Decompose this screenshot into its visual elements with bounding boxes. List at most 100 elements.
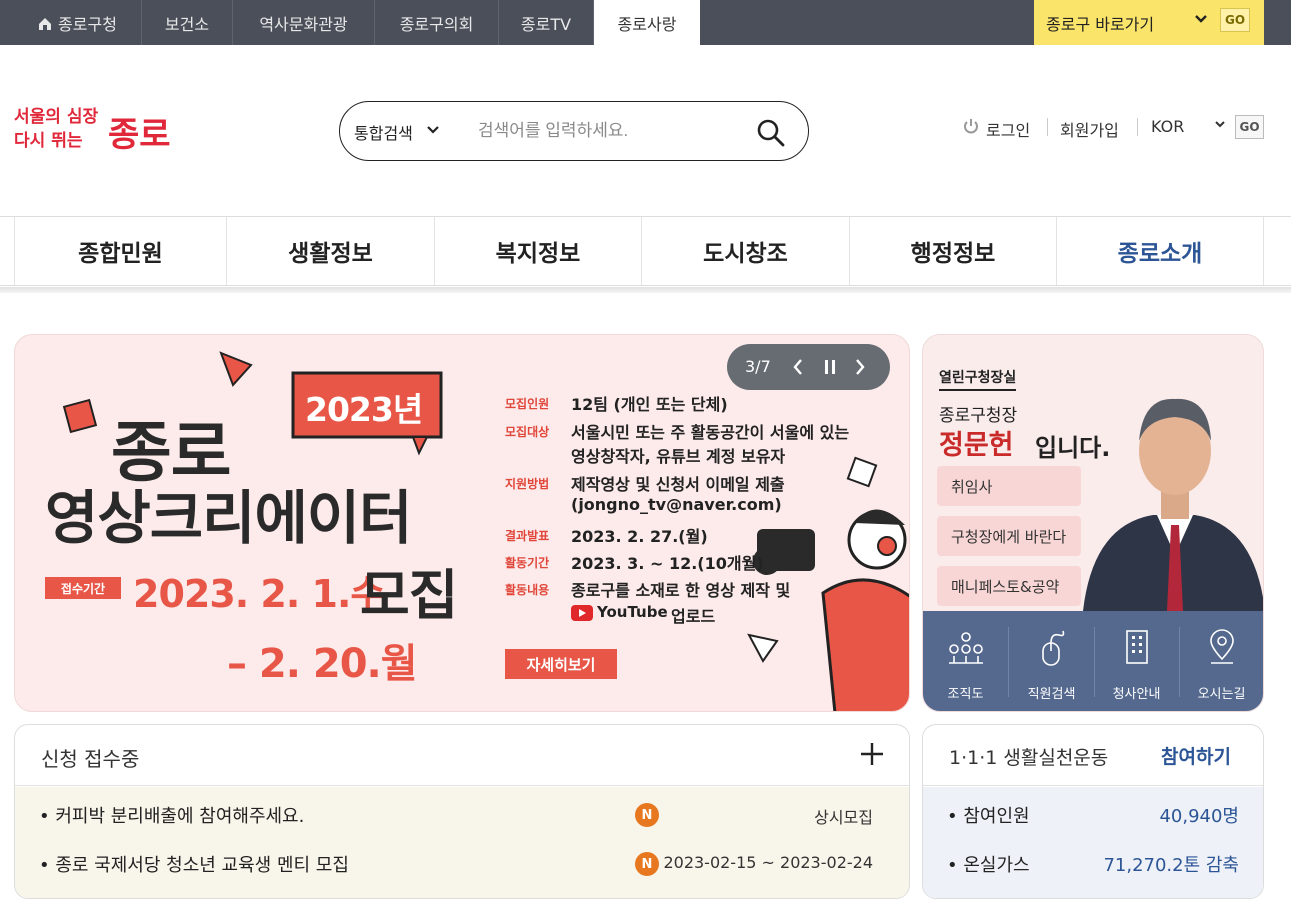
top-site-bar: 종로구청 보건소 역사문화관광 종로구의회 종로TV 종로사랑 종로구 바로가기… (0, 0, 1291, 45)
login-link[interactable]: 로그인 (986, 117, 1030, 141)
site-tab-label: 종로구의회 (399, 14, 474, 34)
util-divider (1137, 118, 1138, 136)
stat-row: • 참여인원 40,940명 (923, 790, 1263, 840)
main-banner[interactable]: 2023년 종로 영상크리에이터 접수기간 2023. 2. 1.수 모집 – … (14, 334, 910, 712)
building-icon (1126, 630, 1148, 664)
site-tab-jongno-tv[interactable]: 종로TV (499, 0, 594, 45)
info-value: 종로구를 소재로 한 영상 제작 및 (571, 581, 791, 600)
language-go-button[interactable]: GO (1235, 115, 1264, 139)
site-tab-council[interactable]: 종로구의회 (375, 0, 499, 45)
nav-item-admin-info[interactable]: 행정정보 (849, 217, 1056, 285)
main-nav: 종합민원 생활정보 복지정보 도시창조 행정정보 종로소개 (0, 216, 1291, 293)
nav-item-living-info[interactable]: 생활정보 (226, 217, 434, 285)
wish-to-mayor-button[interactable]: 구청장에게 바란다 (937, 516, 1081, 556)
info-label: 활동내용 (505, 583, 550, 597)
info-label: 모집대상 (505, 425, 550, 439)
info-value: 업로드 (671, 607, 716, 626)
application-period: 2023-02-15 ~ 2023-02-24 (663, 853, 873, 872)
applications-panel: 신청 접수중 • 커피박 분리배출에 참여해주세요. N 상시모집 • 종로 국… (14, 724, 910, 899)
quick-links-bar: 조직도 직원검색 청사안내 오시는길 (923, 611, 1263, 711)
nav-item-welfare-info[interactable]: 복지정보 (434, 217, 641, 285)
mouse-icon (1042, 630, 1065, 666)
org-chart-icon (949, 632, 983, 664)
site-tab-jongno-love[interactable]: 종로사랑 (594, 0, 700, 45)
nav-item-urban-creation[interactable]: 도시창조 (641, 217, 849, 285)
info-value: 영상창작자, 유튜브 계정 보유자 (571, 447, 786, 466)
list-item[interactable]: • 커피박 분리배출에 참여해주세요. N 상시모집 (15, 790, 909, 840)
quick-link-directions[interactable]: 오시는길 (1179, 611, 1263, 711)
mayor-name: 정문헌 (939, 430, 1014, 461)
quick-link-building-guide[interactable]: 청사안내 (1094, 611, 1179, 711)
search-input[interactable] (478, 116, 748, 146)
campaign-stats: • 참여인원 40,940명 • 온실가스 71,270.2톤 감축 (923, 787, 1263, 898)
detail-button[interactable]: 자세히보기 (505, 649, 617, 679)
prev-slide-icon[interactable] (791, 357, 805, 381)
new-badge: N (635, 803, 659, 827)
manifesto-button[interactable]: 매니페스토&공약 (937, 566, 1081, 606)
info-value: 서울시민 또는 주 활동공간이 서울에 있는 (571, 423, 850, 442)
home-icon (38, 16, 52, 30)
info-value: 제작영상 및 신청서 이메일 제출 (571, 475, 785, 494)
info-value: 2023. 2. 27.(월) (571, 527, 708, 546)
search-scope-select[interactable]: 통합검색 (354, 120, 413, 144)
quick-link-label: 직원검색 (1027, 687, 1076, 702)
application-period: 상시모집 (814, 808, 873, 827)
banner-period-start: 2023. 2. 1.수 (133, 572, 385, 616)
site-tab-label: 종로TV (520, 14, 572, 34)
jongno-logo[interactable]: 서울의 심장 다시 뛰는 종로 (14, 96, 184, 166)
banner-recruit-word: 모집 (360, 564, 458, 627)
stat-value: 71,270.2톤 감축 (1103, 855, 1239, 876)
search-box: 통합검색 (339, 101, 809, 161)
site-tab-culture-tourism[interactable]: 역사문화관광 (233, 0, 375, 45)
mayor-kicker: 열린구청장실 (939, 367, 1017, 391)
info-label: 지원방법 (505, 477, 550, 491)
pause-icon[interactable] (823, 358, 837, 380)
banner-period-label: 접수기간 (45, 577, 121, 599)
info-label: 활동기간 (505, 556, 550, 570)
applications-list: • 커피박 분리배출에 참여해주세요. N 상시모집 • 종로 국제서당 청소년… (15, 787, 909, 898)
chevron-down-icon (426, 120, 440, 142)
site-tab-label: 종로구청 (58, 14, 117, 34)
slide-controls: 3/7 (727, 344, 890, 390)
application-title: • 커피박 분리배출에 참여해주세요. (39, 806, 305, 827)
inaugural-speech-button[interactable]: 취임사 (937, 466, 1081, 506)
shortcut-select[interactable]: 종로구 바로가기 GO (1034, 0, 1264, 45)
search-icon[interactable] (754, 116, 788, 150)
signup-link[interactable]: 회원가입 (1060, 117, 1119, 141)
quick-link-label: 조직도 (947, 687, 984, 702)
nav-item-about-jongno[interactable]: 종로소개 (1056, 217, 1264, 285)
next-slide-icon[interactable] (853, 357, 867, 381)
banner-title-line2: 영상크리에이터 (45, 484, 413, 552)
stat-row: • 온실가스 71,270.2톤 감축 (923, 839, 1263, 889)
applications-header: 신청 접수중 (15, 725, 909, 786)
site-tab-health-center[interactable]: 보건소 (142, 0, 233, 45)
info-label: 모집인원 (505, 397, 550, 411)
quick-link-staff-search[interactable]: 직원검색 (1009, 611, 1094, 711)
youtube-icon (571, 605, 593, 621)
shortcut-go-button[interactable]: GO (1220, 8, 1250, 32)
location-pin-icon (1210, 629, 1234, 664)
language-select[interactable]: KOR (1151, 117, 1184, 136)
banner-period-end: – 2. 20.월 (227, 641, 418, 687)
site-tab-label: 종로사랑 (617, 14, 677, 34)
shortcut-label: 종로구 바로가기 (1046, 14, 1155, 34)
youtube-word: YouTube (597, 603, 668, 621)
nav-item-civil-service[interactable]: 종합민원 (14, 217, 226, 285)
list-item[interactable]: • 종로 국제서당 청소년 교육생 멘티 모집 N 2023-02-15 ~ 2… (15, 839, 909, 889)
stat-label: • 온실가스 (947, 855, 1030, 876)
application-title: • 종로 국제서당 청소년 교육생 멘티 모집 (39, 855, 349, 876)
slide-counter: 3/7 (745, 357, 771, 376)
applications-title: 신청 접수중 (41, 747, 140, 771)
power-icon (962, 117, 980, 136)
info-value: 2023. 3. ~ 12.(10개월) (571, 554, 764, 573)
info-label: 결과발표 (505, 529, 550, 543)
site-tab-jongno-office[interactable]: 종로구청 (14, 0, 142, 45)
logo-tagline-1: 서울의 심장 (14, 107, 98, 127)
quick-link-label: 청사안내 (1112, 687, 1161, 702)
plus-icon[interactable] (859, 741, 885, 767)
mayor-panel: 열린구청장실 종로구청장 정문헌 입니다. 취임사 구청장에게 바란다 매니페스… (922, 334, 1264, 712)
join-link[interactable]: 참여하기 (1161, 742, 1231, 769)
quick-link-org-chart[interactable]: 조직도 (923, 611, 1008, 711)
site-tab-label: 보건소 (164, 14, 210, 34)
chevron-down-icon (1214, 116, 1226, 135)
